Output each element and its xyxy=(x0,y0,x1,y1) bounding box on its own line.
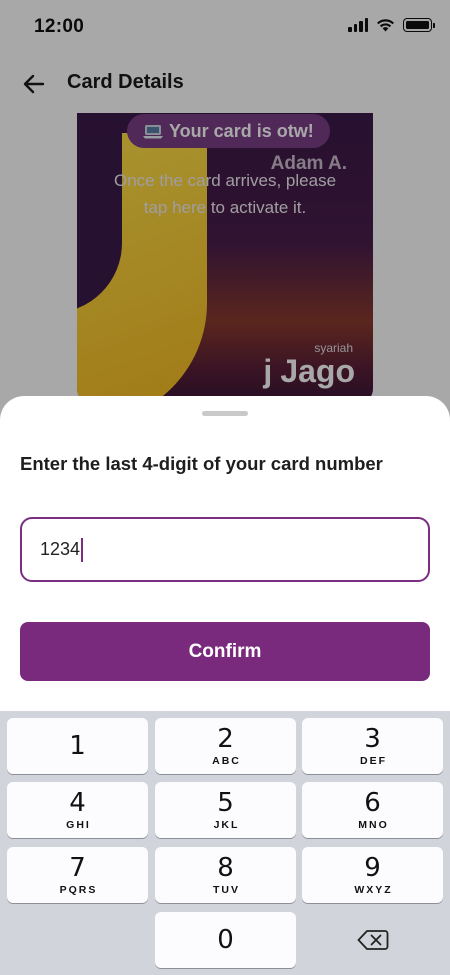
key-3[interactable]: 3 DEF xyxy=(302,718,443,774)
backspace-icon xyxy=(357,930,388,950)
card-digits-input[interactable]: 1234 xyxy=(20,517,430,582)
key-8[interactable]: 8 TUV xyxy=(155,847,296,903)
key-letters: ABC xyxy=(212,754,241,767)
key-4[interactable]: 4 GHI xyxy=(7,782,148,838)
key-digit: 7 xyxy=(69,852,86,883)
key-letters: MNO xyxy=(358,818,389,831)
activation-bottom-sheet: Enter the last 4-digit of your card numb… xyxy=(0,396,450,975)
key-letters: PQRS xyxy=(59,883,98,896)
key-digit: 9 xyxy=(364,852,381,883)
key-0[interactable]: 0 xyxy=(155,912,296,968)
numeric-keypad: 1 2 ABC 3 DEF 4 GHI 5 JKL 6 MNO 7 PQRS 8… xyxy=(0,711,450,975)
key-letters: GHI xyxy=(66,818,91,831)
key-digit: 4 xyxy=(69,787,86,818)
key-digit: 1 xyxy=(69,731,86,761)
key-2[interactable]: 2 ABC xyxy=(155,718,296,774)
key-6[interactable]: 6 MNO xyxy=(302,782,443,838)
key-5[interactable]: 5 JKL xyxy=(155,782,296,838)
key-digit: 3 xyxy=(364,723,381,754)
confirm-button[interactable]: Confirm xyxy=(20,622,430,681)
key-digit: 8 xyxy=(217,852,234,883)
key-7[interactable]: 7 PQRS xyxy=(7,847,148,903)
key-letters: JKL xyxy=(213,818,240,831)
key-digit: 2 xyxy=(217,723,234,754)
card-digits-value: 1234 xyxy=(40,539,81,559)
key-digit: 0 xyxy=(217,925,234,955)
drag-handle[interactable] xyxy=(202,411,248,416)
key-1[interactable]: 1 xyxy=(7,718,148,774)
key-9[interactable]: 9 WXYZ xyxy=(302,847,443,903)
key-letters: WXYZ xyxy=(354,883,393,896)
backspace-key[interactable] xyxy=(302,912,443,968)
key-letters: DEF xyxy=(360,754,387,767)
key-digit: 6 xyxy=(364,787,381,818)
text-cursor xyxy=(81,537,84,562)
key-letters: TUV xyxy=(213,883,240,896)
key-digit: 5 xyxy=(217,787,234,818)
sheet-title: Enter the last 4-digit of your card numb… xyxy=(20,453,383,474)
